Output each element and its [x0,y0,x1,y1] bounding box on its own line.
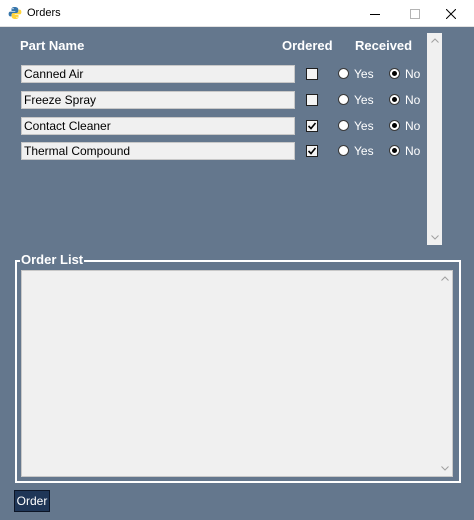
received-no-radio[interactable] [389,94,400,105]
close-icon [446,8,456,19]
received-yes-label: Yes [354,67,374,81]
header-ordered: Ordered [282,38,333,53]
order-list-textbox[interactable] [21,270,453,477]
received-yes-radio[interactable] [338,68,349,79]
order-button[interactable]: Order [14,490,50,512]
radio-selected-dot [392,97,397,102]
part-name-entry[interactable]: Contact Cleaner [21,117,295,135]
part-name-entry[interactable]: Freeze Spray [21,91,295,109]
chevron-up-icon [440,276,449,281]
check-icon [307,147,317,155]
minimize-icon [370,13,380,15]
received-yes-radio[interactable] [338,94,349,105]
header-received: Received [355,38,413,53]
received-no-label: No [405,93,421,107]
received-yes-label: Yes [354,93,374,107]
window-title: Orders [27,7,61,19]
received-yes-label: Yes [354,144,374,158]
chevron-up-icon [430,38,439,43]
radio-selected-dot [392,71,397,76]
received-no-label: No [405,119,421,133]
python-icon [8,7,22,19]
ordered-checkbox[interactable] [306,120,318,132]
received-no-radio[interactable] [389,145,400,156]
received-no-label: No [405,144,421,158]
radio-selected-dot [392,148,397,153]
received-no-label: No [405,67,421,81]
scroll-up-button[interactable] [437,271,452,286]
received-no-radio[interactable] [389,120,400,131]
received-yes-label: Yes [354,119,374,133]
part-name-entry[interactable]: Thermal Compound [21,142,295,160]
scroll-down-button[interactable] [437,461,452,476]
received-no-radio[interactable] [389,68,400,79]
window-client: Part Name Ordered Received Canned Air Ye… [0,27,474,520]
check-icon [307,122,317,130]
chevron-down-icon [440,466,449,471]
close-button[interactable] [428,0,474,27]
ordered-checkbox[interactable] [306,94,318,106]
ordered-checkbox[interactable] [306,68,318,80]
ordered-checkbox[interactable] [306,145,318,157]
part-name-entry[interactable]: Canned Air [21,65,295,83]
scroll-up-button[interactable] [427,33,442,48]
radio-selected-dot [392,123,397,128]
order-list-scrollbar[interactable] [437,271,452,476]
header-part-name: Part Name [20,38,85,53]
parts-scrollbar[interactable] [427,33,442,245]
maximize-icon [410,8,420,19]
scroll-down-button[interactable] [427,230,442,245]
order-list-label: Order List [20,252,85,267]
received-yes-radio[interactable] [338,145,349,156]
chevron-down-icon [430,235,439,240]
received-yes-radio[interactable] [338,120,349,131]
title-bar[interactable]: Orders [0,0,474,27]
